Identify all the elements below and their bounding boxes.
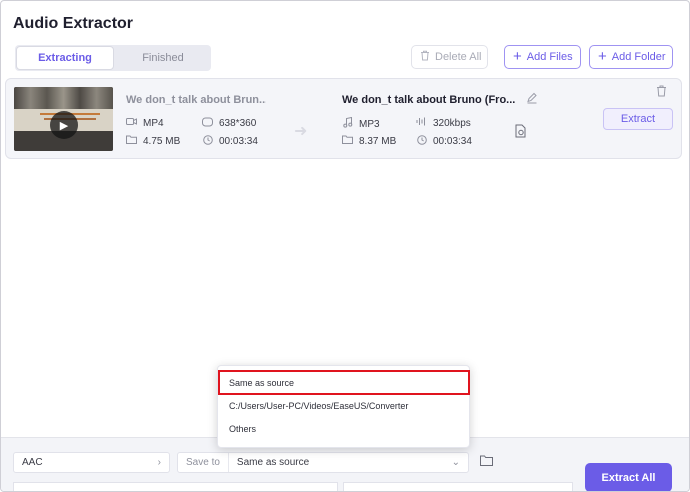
output-format-select[interactable]: AAC › bbox=[13, 452, 170, 473]
add-folder-button[interactable]: + Add Folder bbox=[589, 45, 673, 69]
save-to-dropdown: Same as source C:/Users/User-PC/Videos/E… bbox=[217, 365, 470, 448]
output-size: 8.37 MB bbox=[342, 135, 396, 147]
plus-icon: + bbox=[513, 48, 522, 65]
file-item: ▶ We don_t talk about Brun... MP4 638*36… bbox=[5, 78, 682, 159]
edit-icon[interactable] bbox=[526, 92, 538, 107]
source-size: 4.75 MB bbox=[126, 135, 180, 147]
folder-icon bbox=[126, 135, 137, 147]
source-resolution: 638*360 bbox=[202, 117, 256, 130]
output-bitrate: 320kbps bbox=[416, 117, 471, 129]
arrow-right-icon: ➜ bbox=[294, 123, 308, 140]
add-files-button[interactable]: + Add Files bbox=[504, 45, 581, 69]
tab-extracting[interactable]: Extracting bbox=[16, 46, 114, 70]
save-to-label: Save to bbox=[178, 453, 229, 472]
dropdown-option-others[interactable]: Others bbox=[220, 418, 469, 440]
dropdown-option-same-as-source[interactable]: Same as source bbox=[218, 370, 470, 395]
play-icon[interactable]: ▶ bbox=[50, 111, 78, 139]
folder-icon bbox=[342, 135, 353, 147]
clock-icon bbox=[416, 135, 427, 148]
save-to-select[interactable]: Save to Same as source ⌄ bbox=[177, 452, 469, 473]
output-settings-icon[interactable] bbox=[515, 124, 527, 141]
chevron-down-icon: ⌄ bbox=[451, 457, 460, 468]
tab-bar: Extracting Finished bbox=[15, 45, 211, 71]
save-to-value: Same as source bbox=[236, 457, 310, 468]
extract-button[interactable]: Extract bbox=[603, 108, 673, 130]
chevron-right-icon: › bbox=[157, 457, 161, 468]
output-duration: 00:03:34 bbox=[416, 135, 472, 148]
app-title: Audio Extractor bbox=[13, 15, 134, 32]
plus-icon: + bbox=[598, 48, 607, 65]
source-format: MP4 bbox=[126, 117, 164, 129]
video-thumbnail[interactable]: ▶ bbox=[14, 87, 113, 151]
remove-file-icon[interactable] bbox=[656, 85, 667, 100]
output-format-value: AAC bbox=[22, 457, 43, 468]
add-folder-label: Add Folder bbox=[611, 51, 666, 63]
audio-bars-icon bbox=[416, 117, 427, 129]
source-duration: 00:03:34 bbox=[202, 135, 258, 148]
extract-all-button[interactable]: Extract All bbox=[585, 463, 672, 491]
output-format: MP3 bbox=[342, 116, 380, 131]
music-icon bbox=[342, 116, 353, 131]
clock-icon bbox=[202, 135, 213, 148]
resolution-icon bbox=[202, 117, 213, 130]
source-file-name: We don_t talk about Brun... bbox=[126, 94, 266, 106]
dropdown-option-custom-path[interactable]: C:/Users/User-PC/Videos/EaseUS/Converter bbox=[220, 395, 469, 417]
add-files-label: Add Files bbox=[526, 51, 573, 63]
delete-all-button[interactable]: Delete All bbox=[411, 45, 488, 69]
app-window: Audio Extractor Extracting Finished Dele… bbox=[0, 0, 690, 492]
output-file-name: We don_t talk about Bruno (Fro... bbox=[342, 94, 516, 106]
video-icon bbox=[126, 117, 137, 129]
open-folder-icon[interactable] bbox=[480, 454, 493, 469]
trash-icon bbox=[420, 50, 430, 64]
tab-finished[interactable]: Finished bbox=[115, 45, 211, 71]
delete-all-label: Delete All bbox=[435, 51, 482, 63]
